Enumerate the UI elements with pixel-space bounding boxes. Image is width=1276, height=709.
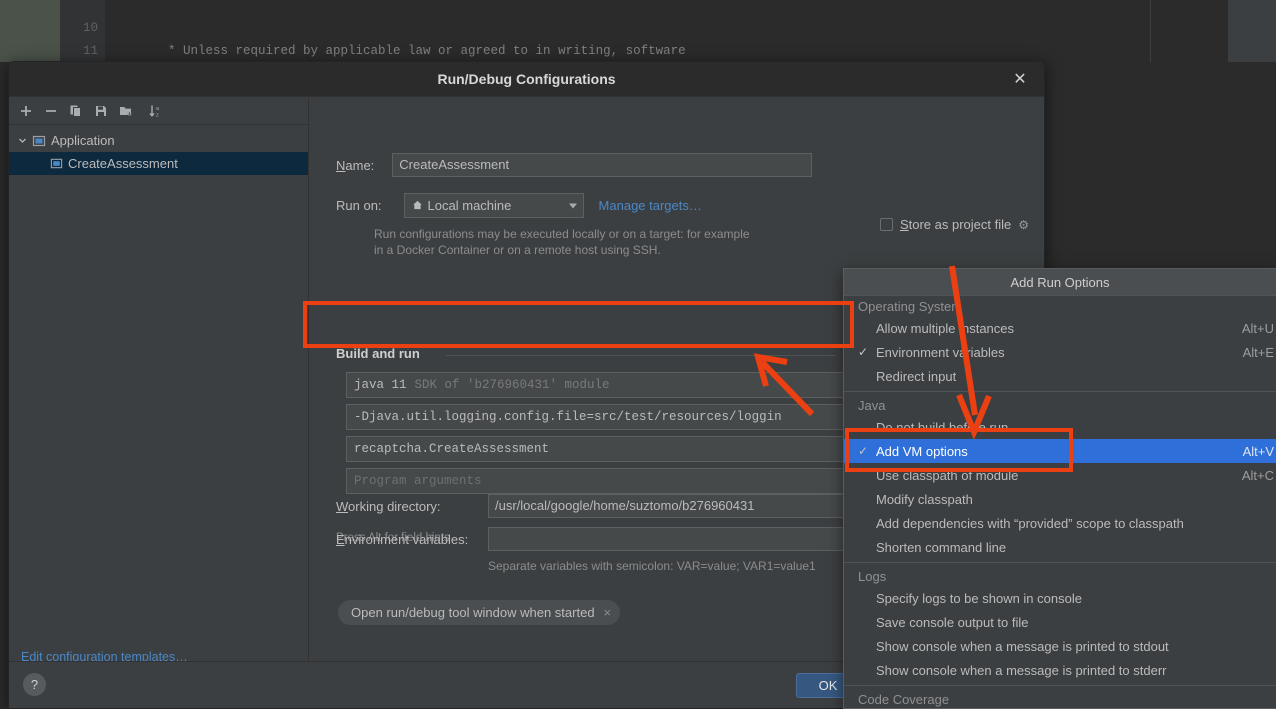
configurations-tree: Application CreateAssessment	[9, 125, 308, 175]
local-machine-icon	[412, 200, 423, 211]
check-icon: ✓	[858, 444, 876, 458]
run-on-label: Run on:	[336, 198, 382, 213]
configurations-sidebar: a z Application	[9, 98, 309, 674]
run-on-target-select[interactable]: Local machine	[404, 193, 584, 218]
menu-group-title: Logs	[844, 566, 1276, 586]
application-config-icon	[50, 157, 63, 170]
menu-item[interactable]: Show console when a message is printed t…	[844, 634, 1276, 658]
checkbox-box[interactable]	[880, 218, 893, 231]
environment-variables-label: Environment variables:	[336, 532, 488, 547]
sidebar-item-create-assessment[interactable]: CreateAssessment	[9, 152, 308, 175]
close-icon[interactable]: ✕	[1006, 62, 1034, 97]
sort-az-icon[interactable]: a z	[145, 100, 167, 122]
menu-separator	[844, 685, 1276, 686]
code-line: 11 * distributed under the License is di…	[0, 17, 30, 40]
close-icon[interactable]: ×	[604, 605, 612, 620]
menu-item[interactable]: Allow multiple instances Alt+U	[844, 316, 1276, 340]
menu-item-label: Specify logs to be shown in console	[876, 591, 1082, 606]
menu-item-label: Shorten command line	[876, 540, 1006, 555]
line-text: * Unless required by applicable law or a…	[168, 40, 686, 63]
run-on-value: Local machine	[428, 198, 512, 213]
chip-label: Open run/debug tool window when started	[351, 605, 595, 620]
env-variables-hint: Separate variables with semicolon: VAR=v…	[488, 558, 816, 574]
help-button[interactable]: ?	[23, 673, 46, 696]
chevron-down-icon[interactable]	[569, 203, 577, 208]
menu-item-shortcut: Alt+U	[1242, 321, 1274, 336]
build-and-run-title: Build and run	[336, 346, 420, 361]
menu-item-label: Environment variables	[876, 345, 1005, 360]
menu-item[interactable]: ✓Add VM options Alt+V	[844, 439, 1276, 463]
menu-item[interactable]: Specify logs to be shown in console	[844, 586, 1276, 610]
menu-item-label: Show console when a message is printed t…	[876, 639, 1169, 654]
menu-item-label: Modify classpath	[876, 492, 973, 507]
menu-item-label: Add VM options	[876, 444, 968, 459]
editor-right-panel	[1228, 0, 1276, 62]
menu-item-label: Add dependencies with “provided” scope t…	[876, 516, 1184, 531]
section-divider	[446, 355, 836, 356]
menu-item[interactable]: Shorten command line	[844, 535, 1276, 559]
code-line: 12 * WITHOUT WARRANTIES OR CONDITIONS OF…	[0, 40, 30, 63]
menu-group-title: Operating System	[844, 296, 1276, 316]
check-icon: ✓	[858, 345, 876, 359]
dialog-titlebar: Run/Debug Configurations ✕	[9, 62, 1044, 97]
menu-item[interactable]: Show console when a message is printed t…	[844, 658, 1276, 682]
tree-group-label: Application	[51, 133, 115, 148]
menu-item[interactable]: ✓Environment variables Alt+E	[844, 340, 1276, 364]
menu-group-title: Java	[844, 395, 1276, 415]
menu-item[interactable]: Modify classpath	[844, 487, 1276, 511]
menu-separator	[844, 391, 1276, 392]
menu-item-label: Do not build before run	[876, 420, 1008, 435]
application-folder-icon	[32, 134, 46, 148]
editor-right-margin-rule	[1150, 0, 1151, 62]
menu-item[interactable]: Use classpath of module Alt+C	[844, 463, 1276, 487]
menu-separator	[844, 562, 1276, 563]
sdk-main-value: java 11	[354, 378, 407, 392]
chevron-down-icon[interactable]	[15, 136, 29, 145]
target-hint-line2: in a Docker Container or on a remote hos…	[374, 242, 750, 258]
code-line: 10 * Unless required by applicable law o…	[0, 0, 30, 17]
dialog-title: Run/Debug Configurations	[9, 62, 1044, 97]
menu-item-label: Allow multiple instances	[876, 321, 1014, 336]
sdk-hint: SDK of 'b276960431' module	[415, 378, 610, 392]
store-as-project-file-checkbox[interactable]: Store as project file ⚙	[880, 217, 1029, 232]
remove-configuration-button[interactable]	[40, 100, 62, 122]
folder-add-icon[interactable]	[115, 100, 137, 122]
popup-title: Add Run Options	[844, 269, 1276, 296]
menu-item[interactable]: Redirect input	[844, 364, 1276, 388]
name-label: Name:	[336, 158, 374, 173]
line-number: 10	[60, 17, 98, 40]
menu-item-label: Redirect input	[876, 369, 956, 384]
line-number: 11	[60, 40, 98, 63]
svg-text:z: z	[156, 112, 159, 118]
sidebar-item-label: CreateAssessment	[68, 156, 178, 171]
menu-item-shortcut: Alt+V	[1243, 444, 1274, 459]
store-as-project-file-label: Store as project file	[900, 217, 1011, 232]
menu-group-title: Code Coverage	[844, 689, 1276, 709]
menu-item-shortcut: Alt+C	[1242, 468, 1274, 483]
open-tool-window-chip[interactable]: Open run/debug tool window when started …	[338, 600, 620, 625]
popup-menu-list: Operating SystemAllow multiple instances…	[844, 296, 1276, 709]
name-row: Name: CreateAssessment	[336, 153, 812, 177]
add-configuration-button[interactable]	[15, 100, 37, 122]
sidebar-toolbar: a z	[9, 98, 308, 125]
svg-text:a: a	[156, 106, 159, 112]
menu-item-label: Use classpath of module	[876, 468, 1018, 483]
add-run-options-popup: Add Run Options Operating SystemAllow mu…	[843, 268, 1276, 709]
copy-configuration-button[interactable]	[65, 100, 87, 122]
name-input[interactable]: CreateAssessment	[392, 153, 812, 177]
gear-icon[interactable]: ⚙	[1018, 218, 1029, 232]
target-hint: Run configurations may be executed local…	[374, 226, 750, 258]
menu-item-label: Save console output to file	[876, 615, 1029, 630]
tree-group-application[interactable]: Application	[9, 129, 308, 152]
menu-item[interactable]: Do not build before run	[844, 415, 1276, 439]
menu-item[interactable]: Save console output to file	[844, 610, 1276, 634]
menu-item-label: Show console when a message is printed t…	[876, 663, 1167, 678]
menu-item-shortcut: Alt+E	[1243, 345, 1274, 360]
run-on-row: Run on: Local machine Manage targets…	[336, 193, 702, 218]
target-hint-line1: Run configurations may be executed local…	[374, 226, 750, 242]
working-directory-label: Working directory:	[336, 499, 488, 514]
save-configuration-button[interactable]	[90, 100, 112, 122]
menu-item[interactable]: Add dependencies with “provided” scope t…	[844, 511, 1276, 535]
manage-targets-link[interactable]: Manage targets…	[599, 198, 702, 213]
